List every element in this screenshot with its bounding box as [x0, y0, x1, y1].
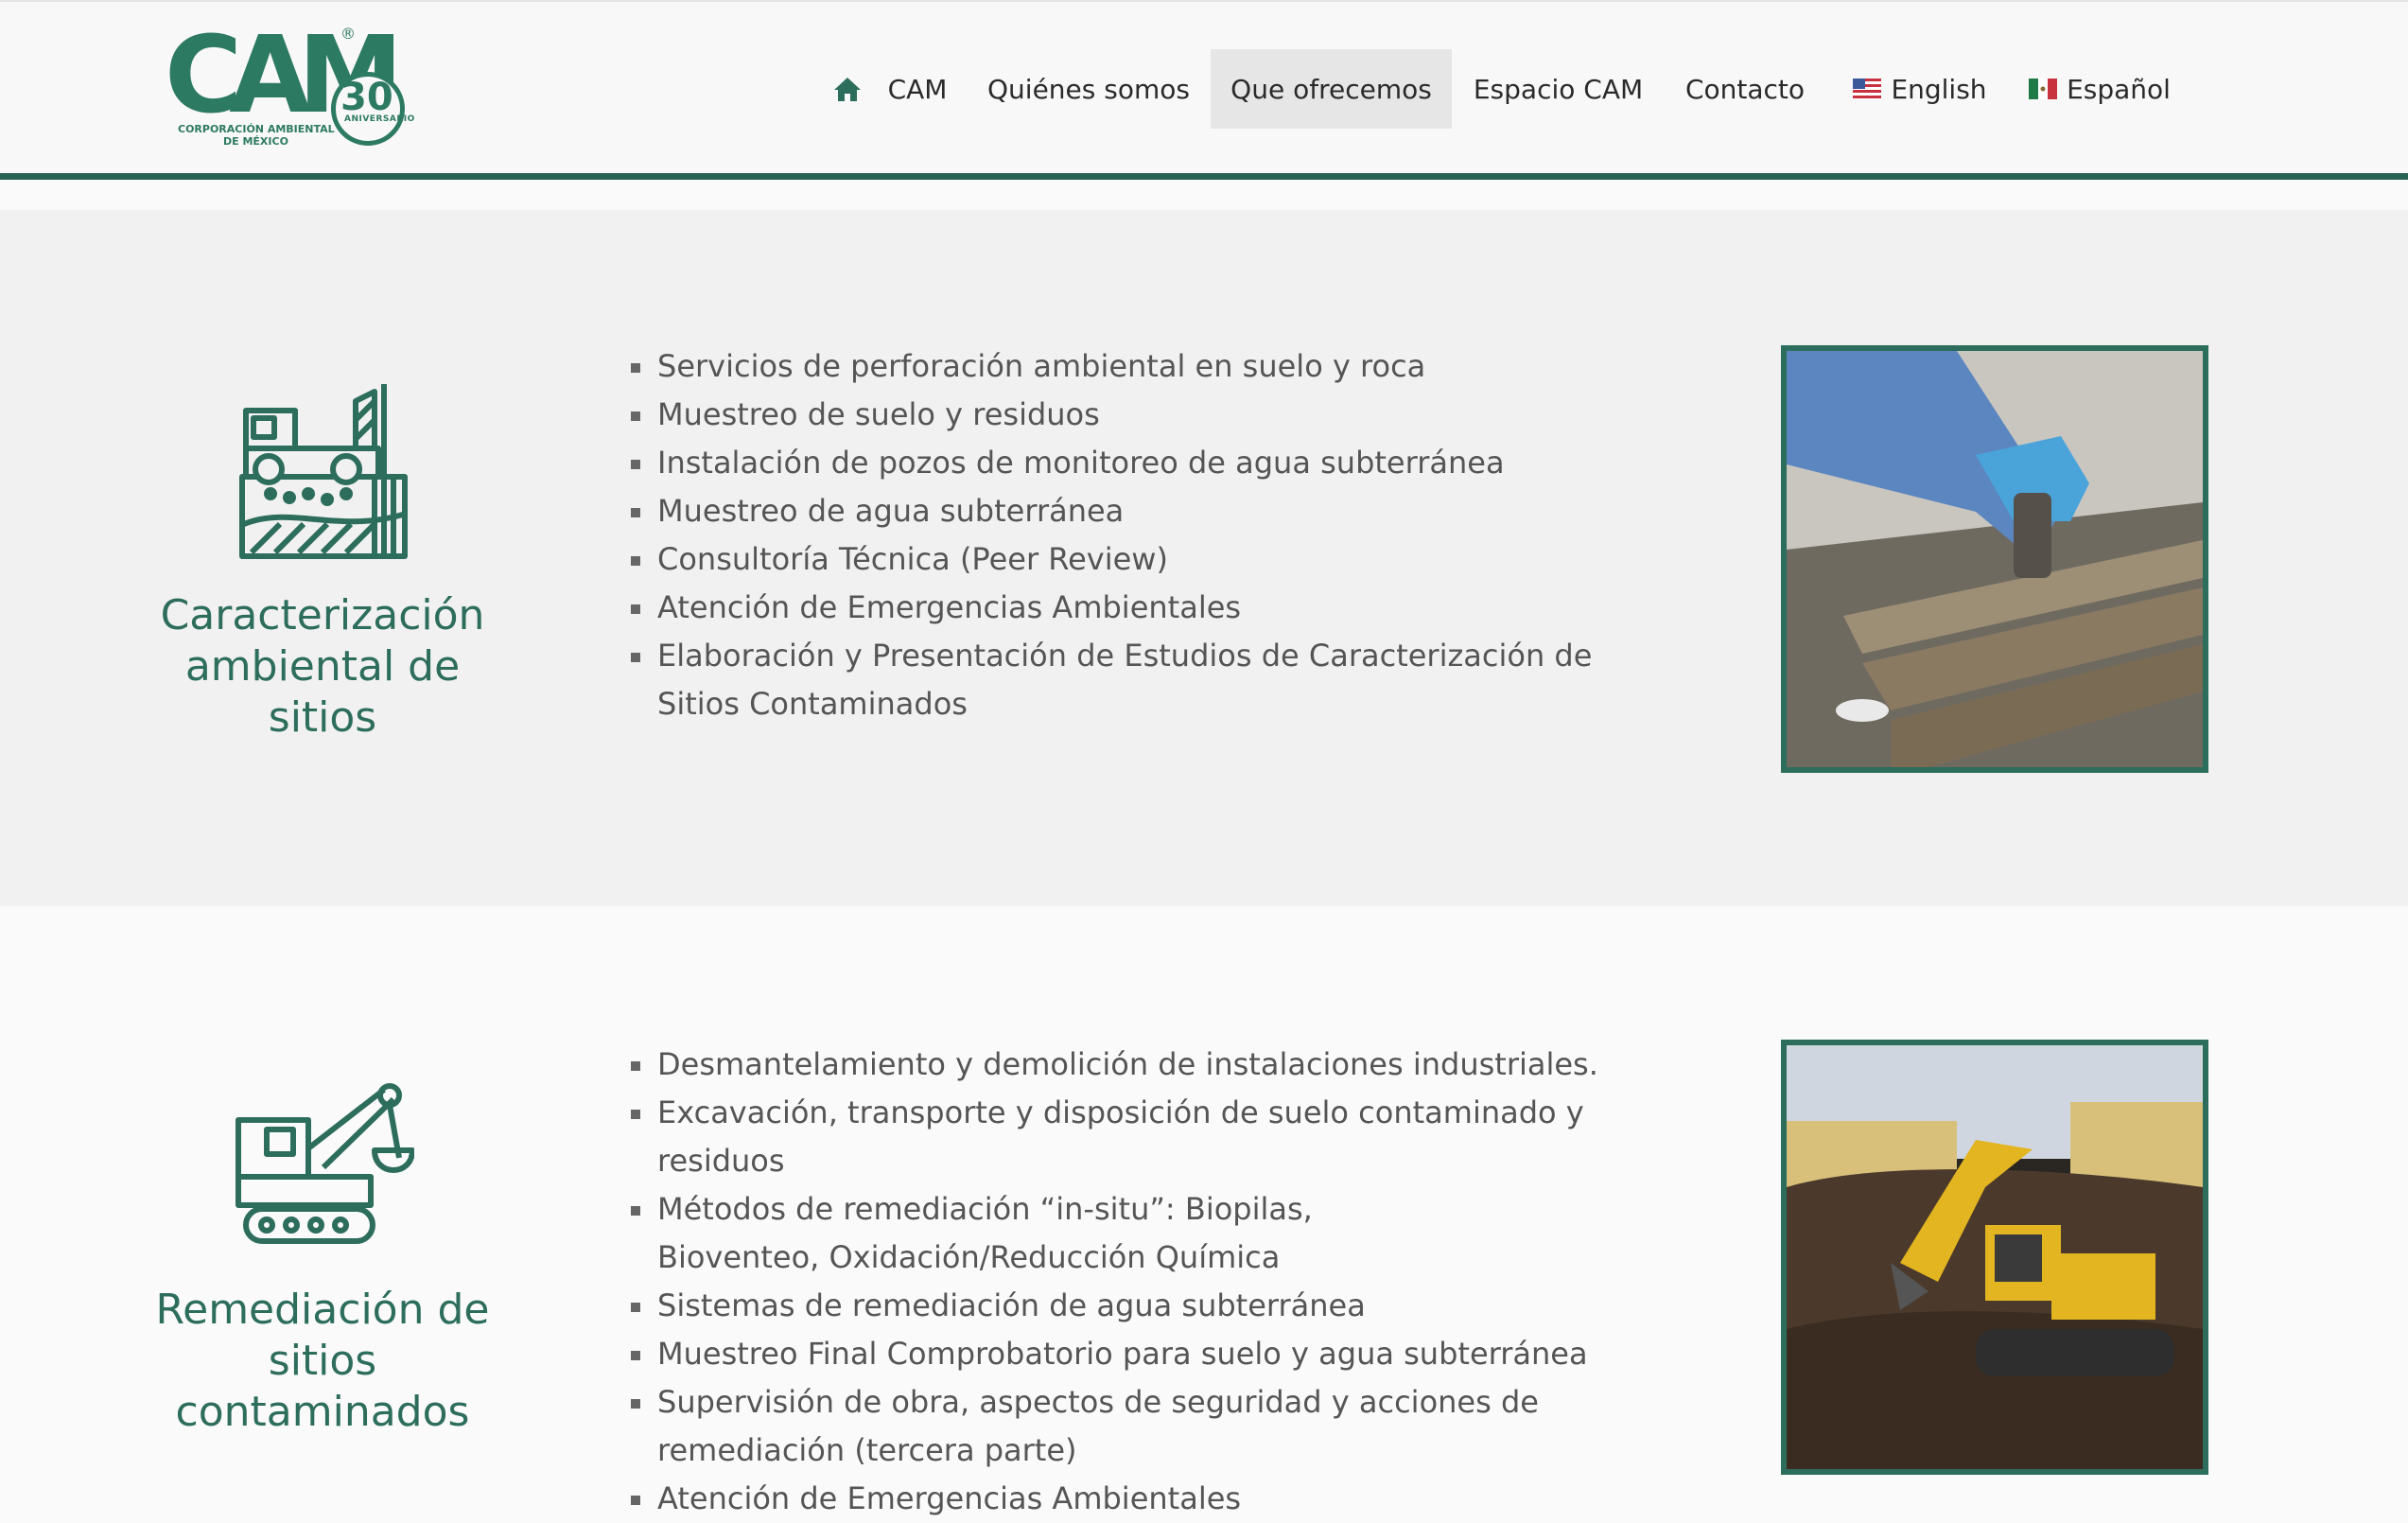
cam-logo[interactable]: CAM ® 30 ANIVERSARIO CORPORACIÓN AMBIENT… — [165, 23, 415, 148]
service-title-remediacion: Remediación de sitios contaminados — [155, 1286, 490, 1436]
header-divider — [0, 173, 2408, 180]
nav-label-espanol: Español — [2067, 73, 2171, 105]
list-item: Consultoría Técnica (Peer Review) — [631, 535, 1624, 584]
list-item: Muestreo de agua subterránea — [631, 487, 1624, 535]
drilling-rig-icon — [239, 384, 408, 559]
soil-sampling-photo-art — [1787, 351, 2203, 767]
service-list-remediacion: Desmantelamiento y demolición de instala… — [631, 1041, 1652, 1523]
list-item: Excavación, transporte y disposición de … — [631, 1089, 1652, 1185]
nav-label-que-ofrecemos: Que ofrecemos — [1230, 73, 1432, 105]
service-section-caracterizacion: Caracterización ambiental de sitios Serv… — [0, 210, 2408, 906]
anniversary-label: ANIVERSARIO — [344, 114, 415, 124]
list-item: Muestreo Final Comprobatorio para suelo … — [631, 1330, 1652, 1378]
us-flag-icon — [1853, 79, 1882, 99]
nav-item-quienes-somos[interactable]: Quiénes somos — [976, 49, 1201, 129]
nav-item-espacio-cam[interactable]: Espacio CAM — [1461, 49, 1655, 129]
mx-flag-icon — [2029, 79, 2058, 99]
excavator-photo-art — [1787, 1045, 2203, 1469]
home-icon — [833, 78, 861, 101]
excavator-photo — [1781, 1040, 2208, 1475]
list-item: Supervisión de obra, aspectos de segurid… — [631, 1378, 1652, 1475]
nav-label-contacto: Contacto — [1684, 73, 1806, 105]
list-item: Desmantelamiento y demolición de instala… — [631, 1041, 1652, 1089]
nav-label-english: English — [1891, 73, 1987, 105]
soil-sampling-photo — [1781, 345, 2208, 773]
nav-item-contacto[interactable]: Contacto — [1665, 49, 1825, 129]
nav-label-quienes-somos: Quiénes somos — [987, 73, 1190, 105]
list-item: Atención de Emergencias Ambientales — [631, 1475, 1652, 1523]
nav-item-espanol[interactable]: Español — [2015, 49, 2185, 129]
nav-item-cam[interactable]: CAM — [813, 49, 967, 129]
nav-item-que-ofrecemos[interactable]: Que ofrecemos — [1211, 49, 1452, 129]
nav-item-english[interactable]: English — [1835, 49, 2005, 129]
list-item: Sistemas de remediación de agua subterrá… — [631, 1282, 1652, 1330]
logo-registered-mark: ® — [340, 25, 356, 43]
service-list-caracterizacion: Servicios de perforación ambiental en su… — [631, 342, 1624, 728]
list-item: Elaboración y Presentación de Estudios d… — [631, 632, 1624, 728]
logo-subtitle-line2: DE MÉXICO — [223, 135, 288, 148]
list-item: Instalación de pozos de monitoreo de agu… — [631, 439, 1624, 487]
service-title-caracterizacion: Caracterización ambiental de sitios — [160, 591, 485, 742]
list-item: Servicios de perforación ambiental en su… — [631, 342, 1624, 391]
excavator-icon — [236, 1083, 414, 1244]
list-item: Muestreo de suelo y residuos — [631, 391, 1624, 439]
list-item: Métodos de remediación “in-situ”: Biopil… — [631, 1185, 1414, 1282]
nav-label-cam: CAM — [887, 73, 948, 105]
list-item: Atención de Emergencias Ambientales — [631, 584, 1624, 632]
site-header: CAM ® 30 ANIVERSARIO CORPORACIÓN AMBIENT… — [0, 0, 2408, 180]
nav-label-espacio-cam: Espacio CAM — [1473, 73, 1644, 105]
anniversary-number: 30 — [340, 76, 393, 119]
logo-subtitle-line1: CORPORACIÓN AMBIENTAL — [178, 123, 335, 135]
service-section-remediacion: Remediación de sitios contaminados Desma… — [0, 906, 2408, 1516]
